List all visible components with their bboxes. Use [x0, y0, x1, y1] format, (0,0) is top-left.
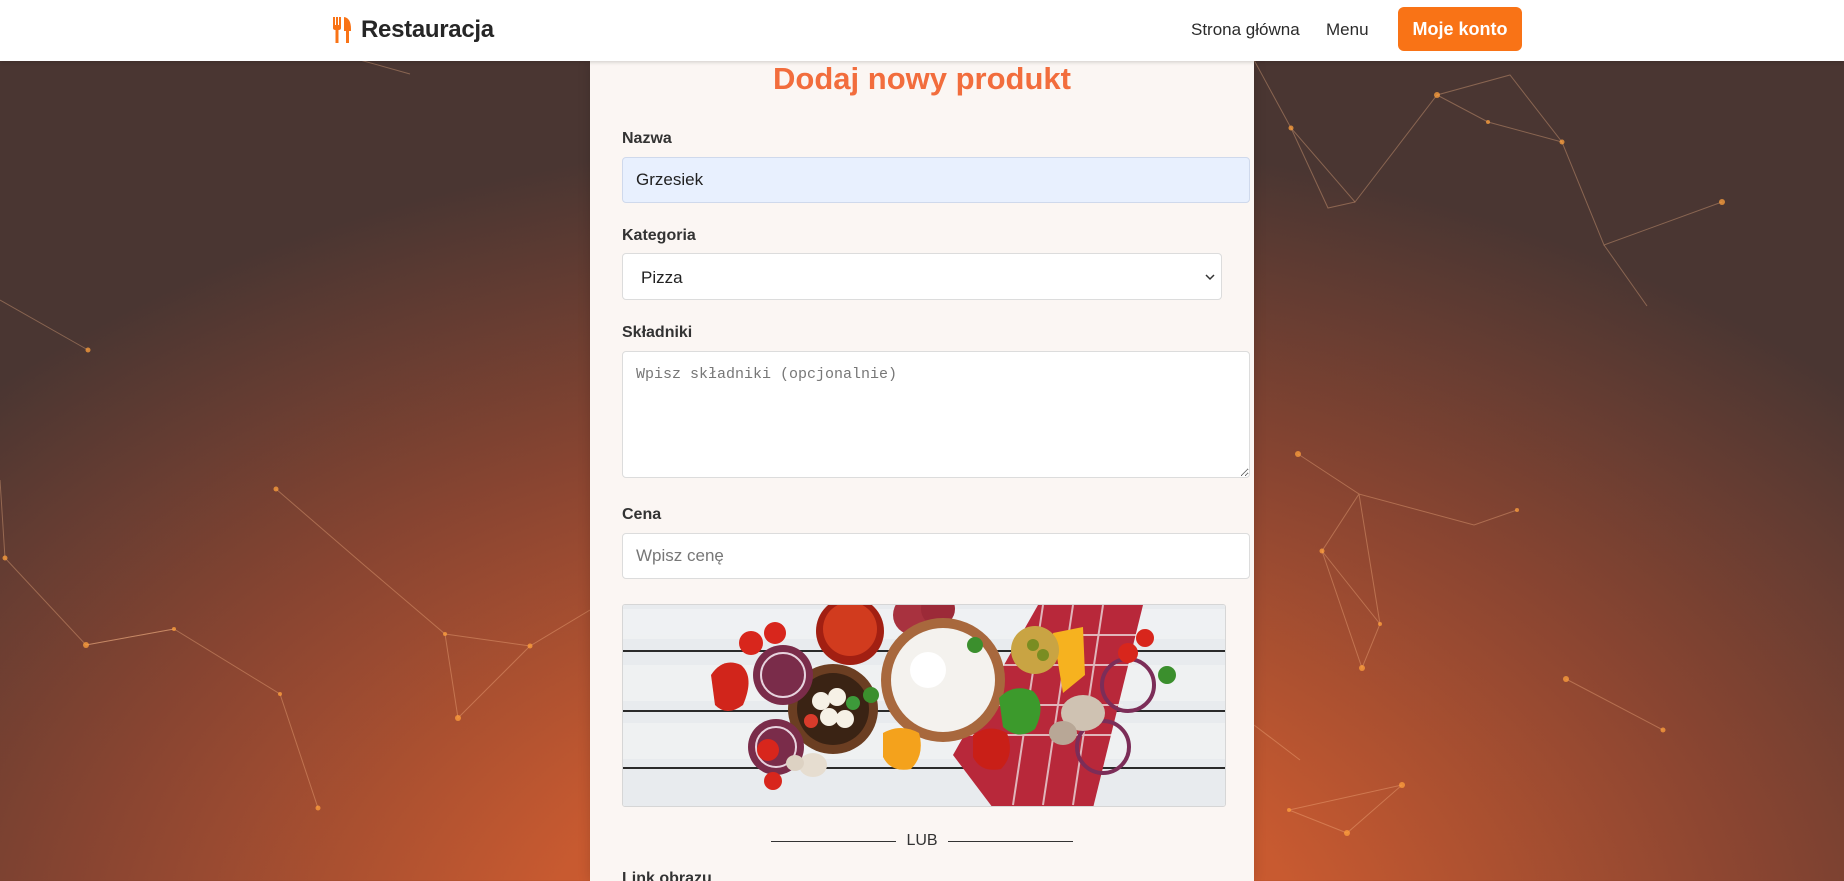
chevron-down-icon [1205, 274, 1215, 281]
my-account-button[interactable]: Moje konto [1398, 7, 1522, 51]
nav-home-link[interactable]: Strona główna [1191, 20, 1300, 40]
category-label: Kategoria [622, 227, 696, 244]
utensils-icon [333, 17, 351, 43]
name-label: Nazwa [622, 130, 672, 147]
divider-line-right [947, 840, 1073, 842]
add-product-form: Dodaj nowy produkt Nazwa Kategoria Pizza… [590, 61, 1254, 881]
price-input[interactable] [622, 533, 1250, 579]
category-selected-value: Pizza [641, 268, 683, 287]
brand-name: Restauracja [361, 16, 494, 43]
nav-menu-link[interactable]: Menu [1326, 20, 1369, 40]
ingredients-label: Składniki [622, 324, 693, 341]
name-input[interactable] [622, 157, 1250, 203]
divider-line-left [771, 840, 897, 842]
food-ingredients-image [623, 605, 1225, 806]
or-divider: LUB [771, 831, 1073, 851]
divider-text: LUB [906, 832, 938, 849]
top-navbar: Restauracja Strona główna Menu Moje kont… [0, 0, 1844, 61]
product-image-preview [622, 604, 1226, 807]
image-link-label: Link obrazu [622, 870, 712, 881]
page-title: Dodaj nowy produkt [773, 61, 1071, 96]
price-label: Cena [622, 506, 662, 523]
brand-logo[interactable]: Restauracja [331, 14, 494, 46]
category-select[interactable]: Pizza [622, 253, 1222, 300]
ingredients-textarea[interactable] [622, 351, 1250, 478]
